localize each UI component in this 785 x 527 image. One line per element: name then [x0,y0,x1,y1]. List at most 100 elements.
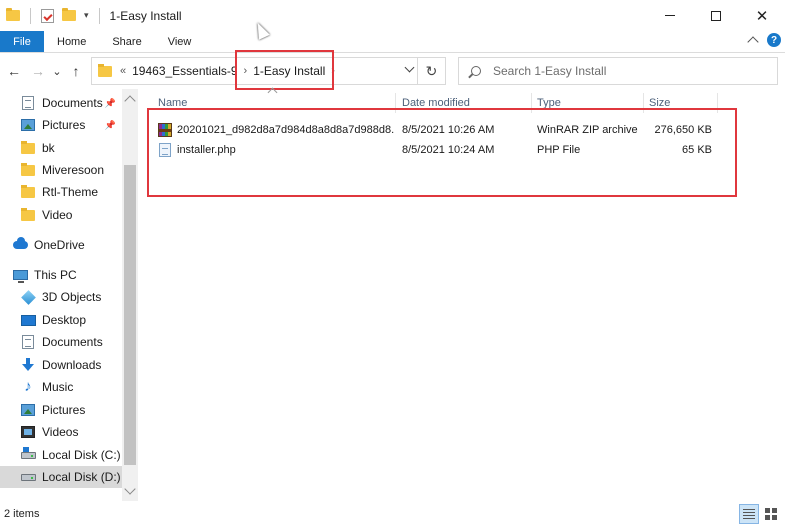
sidebar-item-label: Miveresoon [42,163,105,177]
item-count: 2 items [4,508,40,520]
sidebar-item-bk[interactable]: bk [0,137,122,159]
sidebar-item-music[interactable]: ♪ Music [0,376,122,398]
sidebar-item-this-pc[interactable]: This PC [0,264,122,286]
sidebar-item-local-disk-d[interactable]: Local Disk (D:) [0,466,122,488]
sidebar-item-downloads[interactable]: Downloads [0,354,122,376]
new-folder-icon[interactable] [62,8,76,21]
recent-locations-button[interactable]: ⌄ [50,59,64,83]
refresh-icon: ↻ [425,62,438,79]
sidebar-item-label: Documents [42,335,103,349]
details-view-button[interactable] [739,504,759,524]
pin-icon: 📌 [104,97,116,108]
sort-ascending-icon [267,87,278,98]
sidebar-item-label: 3D Objects [42,290,102,304]
search-placeholder: Search 1-Easy Install [493,64,607,78]
sidebar-item-local-disk-c[interactable]: Local Disk (C:) [0,444,122,466]
sidebar-item-label: Pictures [42,118,86,132]
window-folder-icon [6,8,20,21]
tab-home[interactable]: Home [44,31,99,52]
3d-objects-icon [20,289,36,305]
refresh-button[interactable]: ↻ [417,58,445,84]
sidebar-item-label: Downloads [42,358,102,372]
sidebar-item-label: Videos [42,425,79,439]
documents-icon [20,335,36,349]
quick-access-toolbar: ▾ [0,0,106,31]
files-highlight-box [147,108,737,197]
navigation-pane: Documents 📌 Pictures 📌 bk Miveresoon Rtl… [0,89,138,501]
details-view-icon [743,509,755,519]
sidebar-item-label: Local Disk (D:) [42,470,121,484]
minimize-icon [665,15,675,16]
search-box[interactable]: Search 1-Easy Install [458,57,778,85]
toolbar-divider [98,7,100,24]
sidebar-scrollbar[interactable] [122,89,138,501]
forward-button[interactable]: → [26,59,50,83]
tab-share[interactable]: Share [99,31,154,52]
sidebar-item-label: Video [42,208,73,222]
large-icons-view-icon [765,508,777,520]
close-button[interactable]: ✕ [739,0,785,31]
pictures-icon [20,403,36,417]
breadcrumb-item[interactable]: 19463_Essentials-9 [132,64,237,78]
music-icon: ♪ [24,378,32,395]
expand-ribbon-chevron-icon[interactable] [747,36,759,48]
properties-icon[interactable] [41,8,54,23]
window-controls: ✕ [647,0,785,31]
sidebar-item-documents-pinned[interactable]: Documents 📌 [0,92,122,114]
local-disk-c-icon [20,446,36,462]
onedrive-icon [12,237,28,252]
sidebar-item-label: Desktop [42,313,87,327]
up-arrow-icon: ↑ [72,63,80,79]
sidebar-item-desktop[interactable]: Desktop [0,309,122,331]
sidebar-item-pictures-pinned[interactable]: Pictures 📌 [0,114,122,136]
sidebar-item-video[interactable]: Video [0,204,122,226]
sidebar-item-label: bk [42,141,55,155]
sidebar-item-label: This PC [34,268,77,282]
sidebar-item-3d-objects[interactable]: 3D Objects [0,286,122,308]
sidebar-item-label: Local Disk (C:) [42,448,121,462]
local-disk-d-icon [20,470,36,484]
sidebar-item-rtl-theme[interactable]: Rtl-Theme [0,181,122,203]
scrollbar-thumb[interactable] [124,165,136,465]
view-toggle [739,504,781,524]
sidebar-item-label: Pictures [42,403,86,417]
videos-icon [20,425,36,439]
breadcrumb-overflow[interactable]: « [120,65,126,77]
large-icons-view-button[interactable] [761,504,781,524]
scroll-up-chevron-icon[interactable] [124,95,136,107]
title-bar: ▾ 1-Easy Install ✕ [0,0,785,31]
this-pc-icon [12,268,28,283]
address-folder-icon [98,63,112,77]
chevron-down-icon: ⌄ [52,65,62,78]
maximize-icon [711,10,721,21]
downloads-icon [20,358,36,372]
maximize-button[interactable] [693,0,739,31]
sidebar-item-label: Music [42,380,74,394]
forward-arrow-icon: → [31,63,45,79]
folder-icon [20,207,36,222]
tab-file[interactable]: File [0,31,44,52]
sidebar-item-miveresoon[interactable]: Miveresoon [0,159,122,181]
ribbon-right-controls: ? [747,33,781,48]
pin-icon: 📌 [104,119,116,130]
navigation-bar: ← → ⌄ ↑ « 19463_Essentials-9 › 1-Easy In… [0,53,785,89]
back-button[interactable]: ← [2,59,26,83]
desktop-icon [20,313,36,327]
tab-view[interactable]: View [155,31,205,52]
folder-icon [20,184,36,199]
customize-toolbar-chevron-icon[interactable]: ▾ [84,10,89,21]
folder-icon [20,162,36,177]
minimize-button[interactable] [647,0,693,31]
sidebar-item-onedrive[interactable]: OneDrive [0,234,122,256]
up-button[interactable]: ↑ [64,59,88,83]
sidebar-item-documents[interactable]: Documents [0,331,122,353]
documents-icon [20,96,36,110]
help-icon[interactable]: ? [767,33,781,47]
address-dropdown-chevron-icon[interactable] [404,62,415,73]
window-title: 1-Easy Install [109,8,182,23]
folder-icon [20,140,36,155]
sidebar-item-videos[interactable]: Videos [0,421,122,443]
sidebar-item-label: Rtl-Theme [42,185,99,199]
scroll-down-chevron-icon[interactable] [124,483,136,495]
sidebar-item-pictures[interactable]: Pictures [0,399,122,421]
